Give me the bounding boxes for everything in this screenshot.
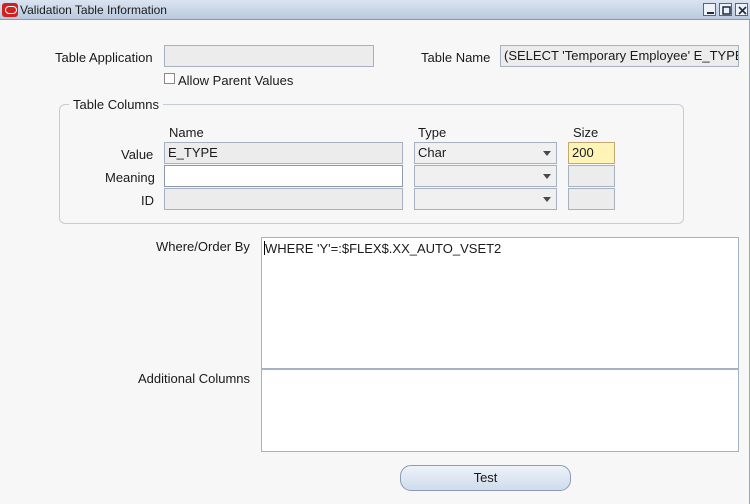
- meaning-size-field[interactable]: [568, 165, 615, 187]
- where-order-by-textarea[interactable]: WHERE 'Y'=:$FLEX$.XX_AUTO_VSET2: [261, 237, 739, 369]
- where-order-by-text: WHERE 'Y'=:$FLEX$.XX_AUTO_VSET2: [265, 241, 502, 256]
- table-columns-group-title: Table Columns: [69, 97, 163, 112]
- where-order-by-label: Where/Order By: [156, 239, 250, 254]
- meaning-type-select[interactable]: [414, 165, 557, 187]
- additional-columns-textarea[interactable]: [261, 369, 739, 452]
- row-label-value: Value: [121, 147, 154, 162]
- column-header-type: Type: [418, 125, 447, 140]
- id-type-select[interactable]: [414, 188, 557, 210]
- column-header-name: Name: [169, 125, 204, 140]
- chevron-down-icon: [543, 197, 551, 202]
- allow-parent-values-label: Allow Parent Values: [178, 73, 294, 88]
- value-size-field[interactable]: 200: [568, 142, 615, 164]
- chevron-down-icon: [543, 151, 551, 156]
- additional-columns-label: Additional Columns: [138, 371, 251, 386]
- chevron-down-icon: [543, 174, 551, 179]
- value-type-text: Char: [418, 145, 447, 160]
- id-size-field[interactable]: [568, 188, 615, 210]
- window-title: Validation Table Information: [20, 3, 167, 17]
- close-icon[interactable]: [735, 3, 748, 16]
- meaning-name-field[interactable]: [164, 165, 403, 187]
- table-application-label: Table Application: [55, 50, 153, 65]
- title-bar: Validation Table Information: [0, 0, 750, 20]
- id-name-field[interactable]: [164, 188, 403, 210]
- test-button[interactable]: Test: [400, 465, 571, 491]
- table-application-field[interactable]: [164, 45, 374, 67]
- column-header-size: Size: [573, 125, 599, 140]
- row-label-meaning: Meaning: [105, 170, 155, 185]
- validation-table-window: Validation Table Information Table Appli…: [0, 0, 750, 504]
- oracle-icon: [2, 3, 18, 17]
- value-type-select[interactable]: Char: [414, 142, 557, 164]
- allow-parent-values-checkbox[interactable]: [164, 73, 175, 84]
- minimize-icon[interactable]: [703, 3, 716, 16]
- value-name-field[interactable]: E_TYPE: [164, 142, 403, 164]
- table-name-label: Table Name: [421, 50, 491, 65]
- maximize-icon[interactable]: [719, 3, 732, 16]
- table-name-field[interactable]: (SELECT 'Temporary Employee' E_TYPE: [500, 45, 739, 67]
- row-label-id: ID: [141, 193, 154, 208]
